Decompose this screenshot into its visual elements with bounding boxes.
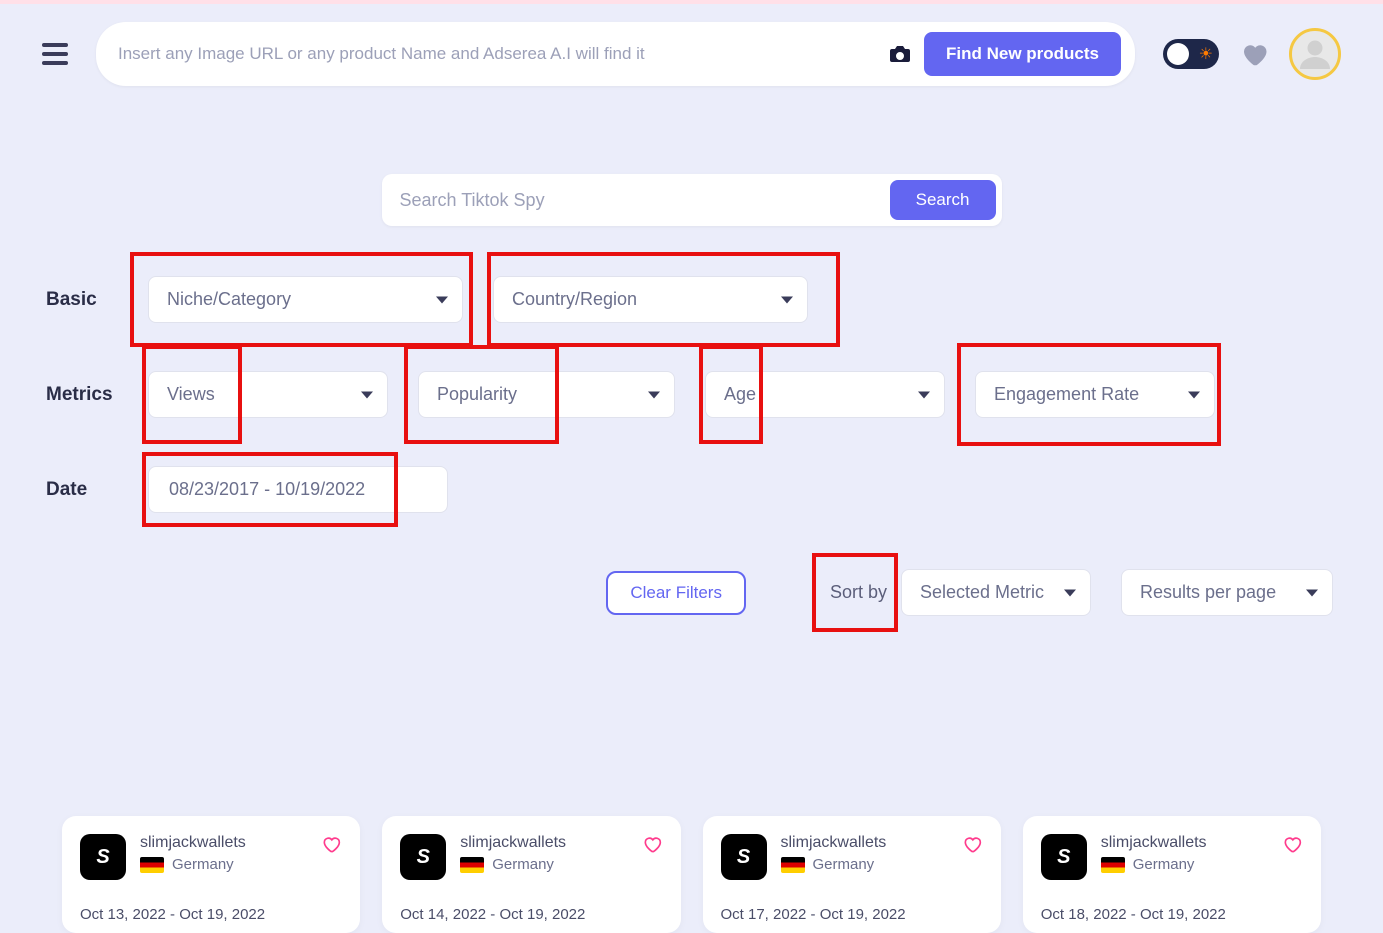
basic-filter-row: Basic Niche/Category Country/Region xyxy=(46,276,1337,323)
engagement-select[interactable]: Engagement Rate xyxy=(975,371,1215,418)
date-label: Date xyxy=(46,479,118,501)
heart-icon[interactable] xyxy=(1281,834,1303,854)
card-name: slimjackwallets xyxy=(460,834,626,852)
card-name: slimjackwallets xyxy=(1101,834,1267,852)
camera-icon[interactable] xyxy=(886,42,914,66)
main-search-bar: Find New products xyxy=(96,22,1135,86)
metrics-filter-row: Metrics Views Popularity Age Engagement … xyxy=(46,371,1337,418)
spy-search-button[interactable]: Search xyxy=(890,180,996,220)
card-logo: S xyxy=(721,834,767,880)
card-name: slimjackwallets xyxy=(781,834,947,852)
flag-icon xyxy=(781,857,805,873)
main-search-input[interactable] xyxy=(118,44,876,64)
popularity-select[interactable]: Popularity xyxy=(418,371,675,418)
country-select[interactable]: Country/Region xyxy=(493,276,808,323)
result-card[interactable]: S slimjackwallets Germany Oct 18, 2022 -… xyxy=(1023,816,1321,933)
header: Find New products ☀ xyxy=(0,4,1383,104)
date-range-input[interactable]: 08/23/2017 - 10/19/2022 xyxy=(148,466,448,513)
basic-label: Basic xyxy=(46,289,118,311)
flag-icon xyxy=(460,857,484,873)
theme-toggle[interactable]: ☀ xyxy=(1163,39,1219,69)
sun-icon: ☀ xyxy=(1199,44,1213,64)
card-date: Oct 18, 2022 - Oct 19, 2022 xyxy=(1041,906,1303,923)
card-logo: S xyxy=(400,834,446,880)
card-name: slimjackwallets xyxy=(140,834,306,852)
favorites-icon[interactable] xyxy=(1237,39,1271,69)
avatar[interactable] xyxy=(1289,28,1341,80)
flag-icon xyxy=(140,857,164,873)
card-country: Germany xyxy=(1133,856,1195,873)
action-row: Clear Filters Sort by Selected Metric Re… xyxy=(46,569,1337,616)
heart-icon[interactable] xyxy=(961,834,983,854)
sort-label: Sort by xyxy=(816,572,901,613)
results-cards: S slimjackwallets Germany Oct 13, 2022 -… xyxy=(46,816,1337,933)
card-country: Germany xyxy=(813,856,875,873)
spy-search-bar: Search xyxy=(382,174,1002,226)
heart-icon[interactable] xyxy=(320,834,342,854)
card-logo: S xyxy=(80,834,126,880)
age-select[interactable]: Age xyxy=(705,371,945,418)
card-logo: S xyxy=(1041,834,1087,880)
menu-icon[interactable] xyxy=(42,43,68,65)
results-per-page-select[interactable]: Results per page xyxy=(1121,569,1333,616)
card-date: Oct 17, 2022 - Oct 19, 2022 xyxy=(721,906,983,923)
flag-icon xyxy=(1101,857,1125,873)
spy-search-input[interactable] xyxy=(388,180,890,220)
clear-filters-button[interactable]: Clear Filters xyxy=(606,571,746,615)
heart-icon[interactable] xyxy=(641,834,663,854)
niche-select[interactable]: Niche/Category xyxy=(148,276,463,323)
metrics-label: Metrics xyxy=(46,384,118,406)
sort-select[interactable]: Selected Metric xyxy=(901,569,1091,616)
date-filter-row: Date 08/23/2017 - 10/19/2022 xyxy=(46,466,1337,513)
card-date: Oct 13, 2022 - Oct 19, 2022 xyxy=(80,906,342,923)
result-card[interactable]: S slimjackwallets Germany Oct 17, 2022 -… xyxy=(703,816,1001,933)
result-card[interactable]: S slimjackwallets Germany Oct 14, 2022 -… xyxy=(382,816,680,933)
card-country: Germany xyxy=(172,856,234,873)
card-country: Germany xyxy=(492,856,554,873)
views-select[interactable]: Views xyxy=(148,371,388,418)
find-products-button[interactable]: Find New products xyxy=(924,32,1121,76)
result-card[interactable]: S slimjackwallets Germany Oct 13, 2022 -… xyxy=(62,816,360,933)
card-date: Oct 14, 2022 - Oct 19, 2022 xyxy=(400,906,662,923)
